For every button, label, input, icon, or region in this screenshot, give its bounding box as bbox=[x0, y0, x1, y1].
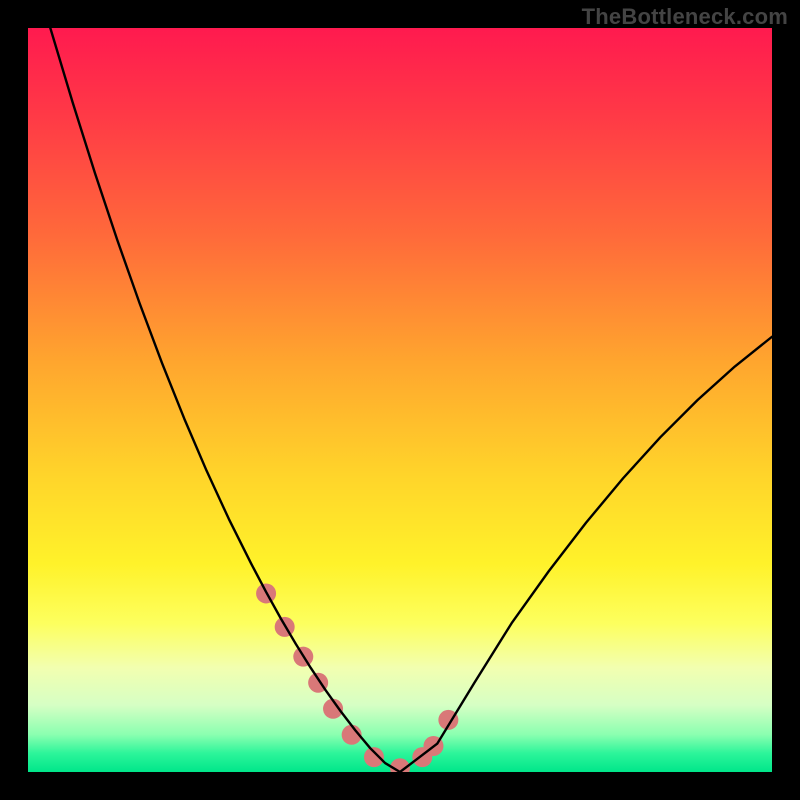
watermark-text: TheBottleneck.com bbox=[582, 4, 788, 30]
gradient-background bbox=[28, 28, 772, 772]
highlight-marker bbox=[364, 747, 384, 767]
bottleneck-curve-chart bbox=[28, 28, 772, 772]
chart-container: TheBottleneck.com bbox=[0, 0, 800, 800]
